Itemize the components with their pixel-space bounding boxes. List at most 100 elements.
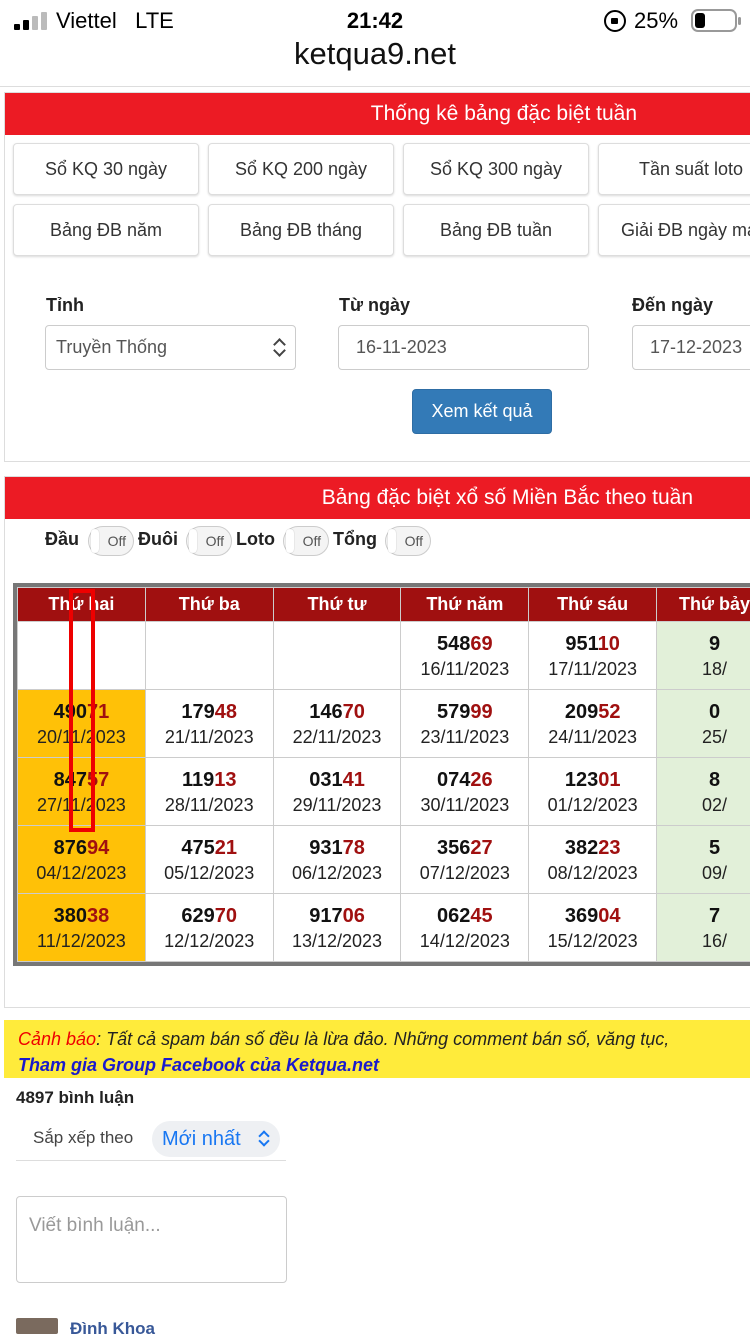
result-cell: 1467022/11/2023	[273, 690, 401, 758]
bang-db-nam-button[interactable]: Bảng ĐB năm	[13, 204, 199, 256]
so-kq-200-button[interactable]: Sổ KQ 200 ngày	[208, 143, 394, 195]
tong-toggle[interactable]: Off	[385, 526, 431, 556]
result-number: 7	[657, 903, 750, 929]
result-number: 62970	[146, 903, 273, 929]
number-tail: 13	[214, 769, 236, 791]
province-label: Tỉnh	[46, 295, 84, 316]
sort-select[interactable]: Mới nhất	[152, 1121, 280, 1157]
result-number: 38223	[529, 835, 656, 861]
number-head: 876	[54, 837, 87, 859]
table-header-row: Thứ haiThứ baThứ tưThứ nămThứ sáuThứ bảy	[18, 588, 750, 622]
dau-label: Đầu	[45, 529, 79, 550]
number-head: 146	[309, 701, 342, 723]
divider	[16, 1160, 286, 1161]
result-number: 87694	[18, 835, 145, 861]
number-head: 209	[565, 701, 598, 723]
result-date: 28/11/2023	[146, 793, 273, 817]
result-number: 03141	[274, 767, 401, 793]
result-date: 18/	[657, 657, 750, 681]
result-cell	[273, 622, 401, 690]
number-tail: 04	[598, 905, 620, 927]
number-head: 031	[309, 769, 342, 791]
result-cell: 9511017/11/2023	[529, 622, 657, 690]
result-cell: 5799923/11/2023	[401, 690, 529, 758]
number-tail: 94	[87, 837, 109, 859]
number-head: 548	[437, 633, 470, 655]
chevron-updown-icon	[258, 1131, 270, 1147]
result-cell: 9317806/12/2023	[273, 826, 401, 894]
view-results-button[interactable]: Xem kết quả	[412, 389, 552, 434]
result-date: 15/12/2023	[529, 929, 656, 953]
url-bar[interactable]: ketqua9.net	[0, 36, 750, 72]
column-header: Thứ bảy	[657, 588, 750, 622]
duoi-toggle[interactable]: Off	[186, 526, 232, 556]
result-cell: 802/	[657, 758, 750, 826]
facebook-group-link[interactable]: Tham gia Group Facebook của Ketqua.net	[18, 1052, 750, 1078]
number-tail: 45	[470, 905, 492, 927]
results-table-frame: Thứ haiThứ baThứ tưThứ nămThứ sáuThứ bảy…	[13, 583, 750, 966]
table-row: 3803811/12/20236297012/12/20239170613/12…	[18, 894, 750, 962]
table-row: 8475727/11/20231191328/11/20230314129/11…	[18, 758, 750, 826]
result-cell: 1191328/11/2023	[145, 758, 273, 826]
comment-count: 4897 bình luận	[16, 1088, 134, 1108]
result-number: 20952	[529, 699, 656, 725]
bang-db-tuan-button[interactable]: Bảng ĐB tuần	[403, 204, 589, 256]
warning-text: : Tất cả spam bán số đều là lừa đảo. Nhữ…	[96, 1029, 669, 1049]
result-date: 25/	[657, 725, 750, 749]
number-head: 179	[181, 701, 214, 723]
number-head: 119	[182, 769, 214, 791]
dau-toggle[interactable]: Off	[88, 526, 134, 556]
result-number: 54869	[401, 631, 528, 657]
result-date: 06/12/2023	[274, 861, 401, 885]
giai-db-ngay-mai-button[interactable]: Giải ĐB ngày mai	[598, 204, 750, 256]
result-date: 16/11/2023	[401, 657, 528, 681]
result-number: 35627	[401, 835, 528, 861]
bang-db-thang-button[interactable]: Bảng ĐB tháng	[208, 204, 394, 256]
from-date-input[interactable]: 16-11-2023	[338, 325, 589, 370]
number-head: 9	[709, 633, 720, 655]
result-date: 30/11/2023	[401, 793, 528, 817]
number-head: 382	[565, 837, 598, 859]
number-tail: 41	[343, 769, 365, 791]
result-cell: 6297012/12/2023	[145, 894, 273, 962]
to-date-input[interactable]: 17-12-2023	[632, 325, 750, 370]
result-cell: 4752105/12/2023	[145, 826, 273, 894]
duoi-label: Đuôi	[138, 529, 178, 550]
avatar[interactable]	[16, 1318, 58, 1334]
number-head: 931	[309, 837, 342, 859]
result-number: 5	[657, 835, 750, 861]
result-date: 17/11/2023	[529, 657, 656, 681]
result-cell: 3803811/12/2023	[18, 894, 146, 962]
comment-author[interactable]: Đình Khoa	[70, 1319, 155, 1339]
result-date: 16/	[657, 929, 750, 953]
result-cell: 3822308/12/2023	[529, 826, 657, 894]
result-cell: 8769404/12/2023	[18, 826, 146, 894]
number-tail: 10	[598, 633, 620, 655]
number-head: 123	[565, 769, 598, 791]
result-cell: 3562707/12/2023	[401, 826, 529, 894]
result-number: 14670	[274, 699, 401, 725]
panel-title: Bảng đặc biệt xổ số Miền Bắc theo tuần	[5, 477, 750, 519]
rotation-lock-icon	[604, 10, 626, 32]
so-kq-30-button[interactable]: Sổ KQ 30 ngày	[13, 143, 199, 195]
number-tail: 01	[598, 769, 620, 791]
result-cell: 918/	[657, 622, 750, 690]
so-kq-300-button[interactable]: Sổ KQ 300 ngày	[403, 143, 589, 195]
result-number: 36904	[529, 903, 656, 929]
loto-toggle[interactable]: Off	[283, 526, 329, 556]
number-head: 629	[181, 905, 214, 927]
comment-input[interactable]: Viết bình luận...	[16, 1196, 287, 1283]
result-cell: 025/	[657, 690, 750, 758]
result-number: 17948	[146, 699, 273, 725]
results-table: Thứ haiThứ baThứ tưThứ nămThứ sáuThứ bảy…	[17, 587, 750, 962]
result-date: 24/11/2023	[529, 725, 656, 749]
result-cell: 716/	[657, 894, 750, 962]
tan-suat-loto-button[interactable]: Tần suất loto	[598, 143, 750, 195]
tong-label: Tổng	[333, 529, 377, 550]
result-date: 21/11/2023	[146, 725, 273, 749]
number-head: 0	[709, 701, 720, 723]
number-tail: 38	[87, 905, 109, 927]
province-select[interactable]: Truyền Thống	[45, 325, 296, 370]
number-head: 475	[181, 837, 214, 859]
result-cell: 9170613/12/2023	[273, 894, 401, 962]
